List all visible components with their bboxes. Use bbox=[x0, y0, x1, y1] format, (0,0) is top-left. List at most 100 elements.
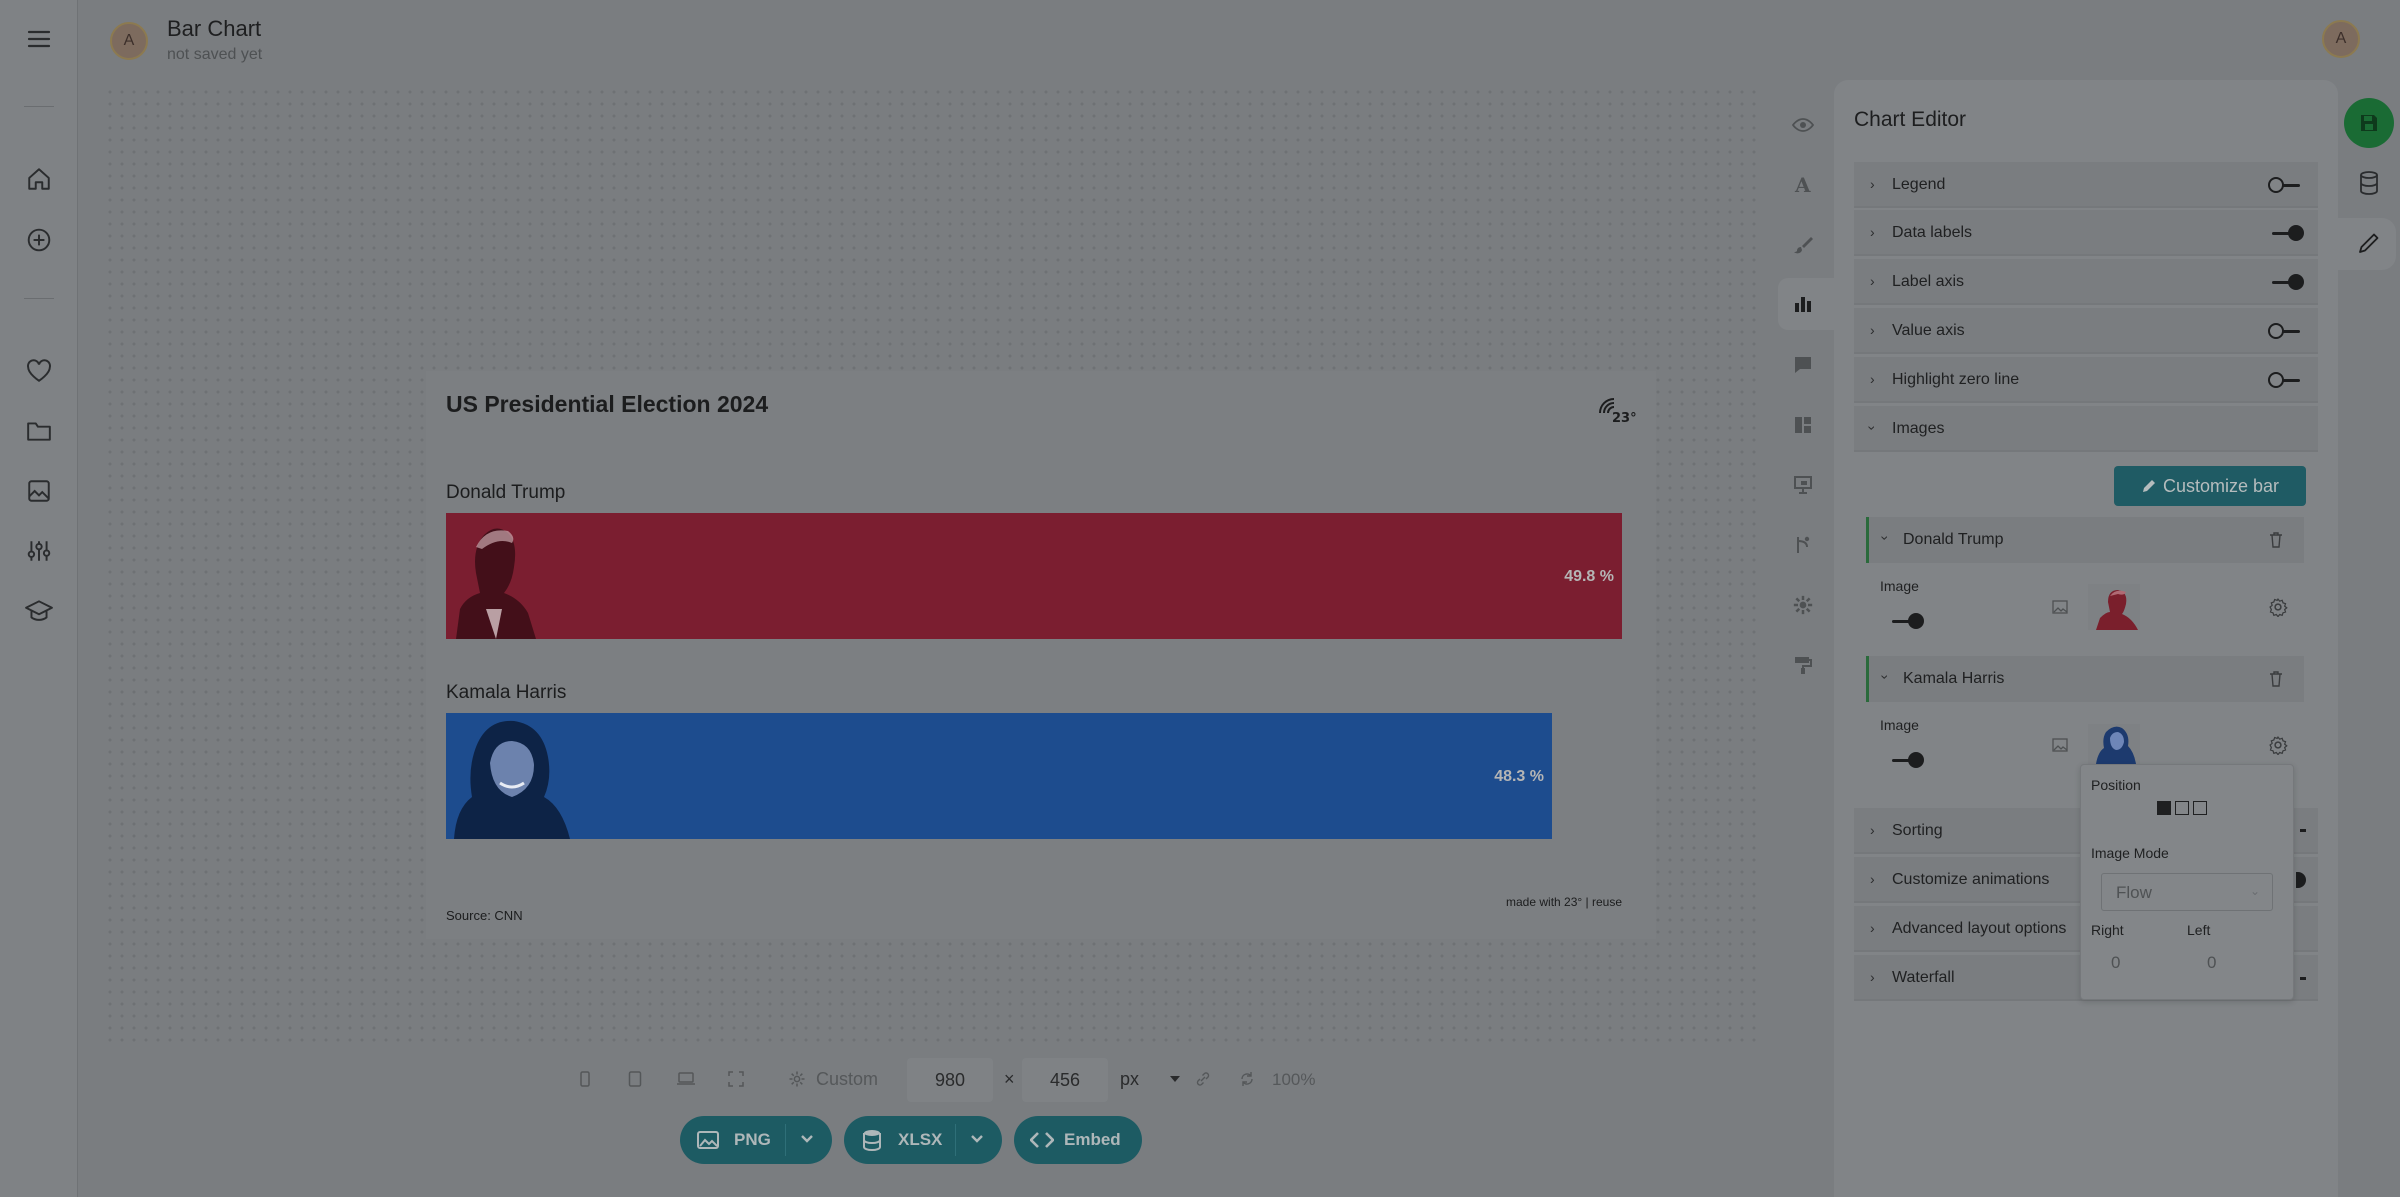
left-offset-input[interactable]: 0 bbox=[2207, 953, 2216, 973]
size-preset-label[interactable]: Custom bbox=[816, 1069, 878, 1090]
chevron-right-icon: › bbox=[1870, 273, 1875, 289]
layout-icon[interactable] bbox=[1790, 412, 1816, 438]
branch-icon[interactable] bbox=[1790, 532, 1816, 558]
link-icon[interactable] bbox=[1192, 1068, 1214, 1090]
eye-icon[interactable] bbox=[1790, 112, 1816, 138]
made-with-credit[interactable]: made with 23° | reuse bbox=[1506, 895, 1622, 909]
document-title[interactable]: Bar Chart bbox=[167, 16, 261, 42]
rotate-icon[interactable] bbox=[1236, 1068, 1258, 1090]
brush-icon[interactable] bbox=[1790, 232, 1816, 258]
trump-image-toggle[interactable] bbox=[1888, 612, 1924, 630]
data-labels-toggle[interactable] bbox=[2268, 224, 2304, 242]
image-item-kamala-harris[interactable]: › Kamala Harris bbox=[1866, 656, 2304, 702]
chevron-down-icon[interactable] bbox=[966, 1128, 988, 1150]
heart-icon[interactable] bbox=[24, 356, 54, 386]
position-center-option[interactable] bbox=[2175, 801, 2189, 815]
trump-thumbnail[interactable] bbox=[2088, 584, 2140, 630]
presentation-icon[interactable] bbox=[1790, 472, 1816, 498]
chevron-down-icon[interactable] bbox=[796, 1128, 818, 1150]
tablet-view-icon[interactable] bbox=[624, 1068, 646, 1090]
value-axis-toggle[interactable] bbox=[2268, 322, 2304, 340]
data-label: 49.8 % bbox=[1564, 568, 1614, 585]
comment-icon[interactable] bbox=[1790, 352, 1816, 378]
save-status: not saved yet bbox=[167, 46, 263, 63]
section-data-labels[interactable]: › Data labels bbox=[1854, 210, 2318, 256]
fullscreen-icon[interactable] bbox=[725, 1068, 747, 1090]
divider bbox=[785, 1124, 786, 1156]
pencil-icon[interactable] bbox=[2356, 230, 2382, 256]
embed-button[interactable]: Embed bbox=[1014, 1116, 1142, 1164]
gear-icon[interactable] bbox=[2268, 735, 2288, 755]
customize-bar-button[interactable]: Customize bar bbox=[2114, 466, 2306, 506]
position-left-option[interactable] bbox=[2157, 801, 2171, 815]
section-label: Value axis bbox=[1892, 322, 1965, 339]
database-icon bbox=[860, 1128, 884, 1152]
graduation-cap-icon[interactable] bbox=[24, 596, 54, 626]
section-images[interactable]: › Images bbox=[1854, 406, 2318, 452]
image-item-donald-trump[interactable]: › Donald Trump bbox=[1866, 517, 2304, 563]
bar-kamala-harris[interactable]: 48.3 % bbox=[446, 713, 1552, 839]
caret-down-icon[interactable] bbox=[1164, 1068, 1186, 1090]
image-mode-value: Flow bbox=[2116, 883, 2152, 902]
bar-donald-trump[interactable]: 49.8 % bbox=[446, 513, 1622, 639]
bar-chart-icon[interactable] bbox=[1790, 291, 1816, 317]
user-avatar[interactable]: A bbox=[2322, 20, 2360, 58]
section-label: Highlight zero line bbox=[1892, 371, 2020, 388]
left-rail bbox=[0, 0, 78, 1197]
position-right-option[interactable] bbox=[2193, 801, 2207, 815]
section-highlight-zero-line[interactable]: › Highlight zero line bbox=[1854, 357, 2318, 403]
project-avatar[interactable]: A bbox=[110, 22, 148, 60]
database-icon[interactable] bbox=[2356, 170, 2382, 196]
gear-icon[interactable] bbox=[2268, 597, 2288, 617]
editor-title: Chart Editor bbox=[1854, 108, 1967, 131]
zero-line-toggle[interactable] bbox=[2268, 371, 2304, 389]
image-icon[interactable] bbox=[24, 476, 54, 506]
section-label: Waterfall bbox=[1892, 969, 1955, 986]
chevron-right-icon: › bbox=[1870, 822, 1875, 838]
save-button[interactable] bbox=[2344, 98, 2394, 148]
chevron-down-icon: › bbox=[1864, 425, 1881, 431]
position-label: Position bbox=[2091, 777, 2141, 793]
settings-gear-icon[interactable] bbox=[1790, 592, 1816, 618]
legend-toggle[interactable] bbox=[2268, 176, 2304, 194]
sliders-icon[interactable] bbox=[24, 536, 54, 566]
export-png-button[interactable]: PNG bbox=[680, 1116, 832, 1164]
chevron-right-icon: › bbox=[1870, 224, 1875, 240]
trash-icon[interactable] bbox=[2266, 668, 2286, 690]
height-input[interactable]: 456 bbox=[1022, 1058, 1108, 1102]
harris-thumbnail[interactable] bbox=[2088, 724, 2140, 764]
svg-text:A: A bbox=[1794, 175, 1811, 195]
svg-text:23°: 23° bbox=[1612, 411, 1636, 425]
custom-size-gear-icon[interactable] bbox=[786, 1068, 808, 1090]
width-input[interactable]: 980 bbox=[907, 1058, 993, 1102]
mobile-view-icon[interactable] bbox=[574, 1068, 596, 1090]
menu-icon[interactable] bbox=[24, 24, 54, 54]
paint-roller-icon[interactable] bbox=[1790, 652, 1816, 678]
unit-select[interactable]: px bbox=[1120, 1069, 1139, 1090]
avatar-initial: A bbox=[2335, 30, 2347, 47]
trump-photo bbox=[456, 528, 536, 639]
add-circle-icon[interactable] bbox=[24, 225, 54, 255]
section-label: Advanced layout options bbox=[1892, 920, 2067, 937]
section-label-axis[interactable]: › Label axis bbox=[1854, 259, 2318, 305]
zoom-level[interactable]: 100% bbox=[1272, 1070, 1315, 1090]
image-mode-select[interactable]: Flow ⌄ bbox=[2101, 873, 2273, 911]
label-axis-toggle[interactable] bbox=[2268, 273, 2304, 291]
section-label: Data labels bbox=[1892, 224, 1973, 241]
right-offset-input[interactable]: 0 bbox=[2111, 953, 2120, 973]
export-xlsx-button[interactable]: XLSX bbox=[844, 1116, 1002, 1164]
harris-image-toggle[interactable] bbox=[1888, 751, 1924, 769]
chevron-down-icon: › bbox=[1877, 535, 1894, 541]
typography-icon[interactable]: A bbox=[1790, 172, 1816, 198]
png-label: PNG bbox=[734, 1130, 771, 1149]
trash-icon[interactable] bbox=[2266, 529, 2286, 551]
chart-card[interactable]: US Presidential Election 2024 23° Donald… bbox=[426, 371, 1656, 939]
desktop-view-icon[interactable] bbox=[675, 1068, 697, 1090]
sorting-toggle[interactable] bbox=[2300, 829, 2306, 832]
home-icon[interactable] bbox=[24, 164, 54, 194]
section-value-axis[interactable]: › Value axis bbox=[1854, 308, 2318, 354]
waterfall-toggle[interactable] bbox=[2300, 977, 2306, 980]
chart-canvas: US Presidential Election 2024 23° Donald… bbox=[104, 86, 1764, 1046]
folder-icon[interactable] bbox=[24, 416, 54, 446]
section-legend[interactable]: › Legend bbox=[1854, 162, 2318, 208]
